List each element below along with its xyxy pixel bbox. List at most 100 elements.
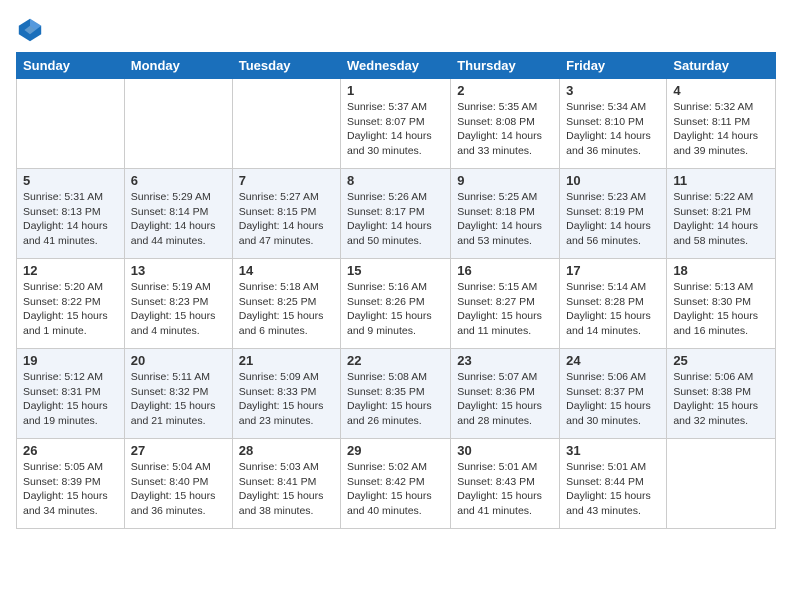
day-number: 2 [457, 83, 553, 98]
calendar-cell: 8 Sunrise: 5:26 AMSunset: 8:17 PMDaylight… [341, 169, 451, 259]
calendar-cell: 21Sunrise: 5:09 AMSunset: 8:33 PMDayligh… [232, 349, 340, 439]
day-info: Sunrise: 5:04 AMSunset: 8:40 PMDaylight:… [131, 460, 226, 519]
day-number: 28 [239, 443, 334, 458]
day-info: Sunrise: 5:13 AMSunset: 8:30 PMDaylight:… [673, 280, 769, 339]
calendar-cell: 24Sunrise: 5:06 AMSunset: 8:37 PMDayligh… [560, 349, 667, 439]
day-number: 3 [566, 83, 660, 98]
weekday-header-monday: Monday [124, 53, 232, 79]
weekday-header-saturday: Saturday [667, 53, 776, 79]
day-info: Sunrise: 5:03 AMSunset: 8:41 PMDaylight:… [239, 460, 334, 519]
day-info: Sunrise: 5:26 AMSunset: 8:17 PMDaylight:… [347, 190, 444, 249]
day-info: Sunrise: 5:31 AMSunset: 8:13 PMDaylight:… [23, 190, 118, 249]
day-info: Sunrise: 5:02 AMSunset: 8:42 PMDaylight:… [347, 460, 444, 519]
calendar-body: 1 Sunrise: 5:37 AMSunset: 8:07 PMDaylight… [17, 79, 776, 529]
day-number: 23 [457, 353, 553, 368]
day-number: 21 [239, 353, 334, 368]
day-info: Sunrise: 5:01 AMSunset: 8:44 PMDaylight:… [566, 460, 660, 519]
day-number: 13 [131, 263, 226, 278]
calendar-week-4: 19 Sunrise: 5:12 AMSunset: 8:31 PMDayligh… [17, 349, 776, 439]
day-number: 27 [131, 443, 226, 458]
day-number: 29 [347, 443, 444, 458]
calendar-cell: 12 Sunrise: 5:20 AMSunset: 8:22 PMDayligh… [17, 259, 125, 349]
page-header [16, 16, 776, 44]
calendar-cell: 1 Sunrise: 5:37 AMSunset: 8:07 PMDaylight… [341, 79, 451, 169]
day-info: Sunrise: 5:14 AMSunset: 8:28 PMDaylight:… [566, 280, 660, 339]
calendar-cell: 9 Sunrise: 5:25 AMSunset: 8:18 PMDaylight… [451, 169, 560, 259]
calendar-cell: 31 Sunrise: 5:01 AMSunset: 8:44 PMDayligh… [560, 439, 667, 529]
day-info: Sunrise: 5:29 AMSunset: 8:14 PMDaylight:… [131, 190, 226, 249]
calendar-cell [124, 79, 232, 169]
day-info: Sunrise: 5:22 AMSunset: 8:21 PMDaylight:… [673, 190, 769, 249]
day-info: Sunrise: 5:05 AMSunset: 8:39 PMDaylight:… [23, 460, 118, 519]
calendar-cell: 30 Sunrise: 5:01 AMSunset: 8:43 PMDayligh… [451, 439, 560, 529]
calendar-cell: 5 Sunrise: 5:31 AMSunset: 8:13 PMDaylight… [17, 169, 125, 259]
day-number: 8 [347, 173, 444, 188]
day-number: 12 [23, 263, 118, 278]
day-number: 24 [566, 353, 660, 368]
day-info: Sunrise: 5:18 AMSunset: 8:25 PMDaylight:… [239, 280, 334, 339]
calendar-cell: 14 Sunrise: 5:18 AMSunset: 8:25 PMDayligh… [232, 259, 340, 349]
calendar-table: SundayMondayTuesdayWednesdayThursdayFrid… [16, 52, 776, 529]
calendar-cell: 20Sunrise: 5:11 AMSunset: 8:32 PMDayligh… [124, 349, 232, 439]
day-number: 10 [566, 173, 660, 188]
header-row: SundayMondayTuesdayWednesdayThursdayFrid… [17, 53, 776, 79]
calendar-cell: 23 Sunrise: 5:07 AMSunset: 8:36 PMDayligh… [451, 349, 560, 439]
day-info: Sunrise: 5:16 AMSunset: 8:26 PMDaylight:… [347, 280, 444, 339]
day-info: Sunrise: 5:07 AMSunset: 8:36 PMDaylight:… [457, 370, 553, 429]
weekday-header-sunday: Sunday [17, 53, 125, 79]
day-info: Sunrise: 5:27 AMSunset: 8:15 PMDaylight:… [239, 190, 334, 249]
calendar-cell [667, 439, 776, 529]
weekday-header-friday: Friday [560, 53, 667, 79]
logo-icon [16, 16, 44, 44]
calendar-cell: 4 Sunrise: 5:32 AMSunset: 8:11 PMDaylight… [667, 79, 776, 169]
day-number: 6 [131, 173, 226, 188]
day-info: Sunrise: 5:34 AMSunset: 8:10 PMDaylight:… [566, 100, 660, 159]
day-info: Sunrise: 5:37 AMSunset: 8:07 PMDaylight:… [347, 100, 444, 159]
day-number: 5 [23, 173, 118, 188]
day-number: 20 [131, 353, 226, 368]
day-number: 22 [347, 353, 444, 368]
day-number: 19 [23, 353, 118, 368]
day-number: 26 [23, 443, 118, 458]
day-number: 30 [457, 443, 553, 458]
day-number: 11 [673, 173, 769, 188]
calendar-week-2: 5 Sunrise: 5:31 AMSunset: 8:13 PMDaylight… [17, 169, 776, 259]
calendar-cell: 10 Sunrise: 5:23 AMSunset: 8:19 PMDayligh… [560, 169, 667, 259]
calendar-cell: 26 Sunrise: 5:05 AMSunset: 8:39 PMDayligh… [17, 439, 125, 529]
day-info: Sunrise: 5:12 AMSunset: 8:31 PMDaylight:… [23, 370, 118, 429]
calendar-cell: 19 Sunrise: 5:12 AMSunset: 8:31 PMDayligh… [17, 349, 125, 439]
calendar-cell: 16Sunrise: 5:15 AMSunset: 8:27 PMDayligh… [451, 259, 560, 349]
day-info: Sunrise: 5:35 AMSunset: 8:08 PMDaylight:… [457, 100, 553, 159]
calendar-cell [17, 79, 125, 169]
day-number: 31 [566, 443, 660, 458]
weekday-header-thursday: Thursday [451, 53, 560, 79]
day-number: 15 [347, 263, 444, 278]
calendar-cell: 6 Sunrise: 5:29 AMSunset: 8:14 PMDaylight… [124, 169, 232, 259]
calendar-cell: 27 Sunrise: 5:04 AMSunset: 8:40 PMDayligh… [124, 439, 232, 529]
calendar-cell [232, 79, 340, 169]
calendar-cell: 15 Sunrise: 5:16 AMSunset: 8:26 PMDayligh… [341, 259, 451, 349]
logo [16, 16, 48, 44]
calendar-cell: 29 Sunrise: 5:02 AMSunset: 8:42 PMDayligh… [341, 439, 451, 529]
calendar-week-5: 26 Sunrise: 5:05 AMSunset: 8:39 PMDayligh… [17, 439, 776, 529]
day-number: 4 [673, 83, 769, 98]
day-info: Sunrise: 5:23 AMSunset: 8:19 PMDaylight:… [566, 190, 660, 249]
day-info: Sunrise: 5:08 AMSunset: 8:35 PMDaylight:… [347, 370, 444, 429]
day-info: Sunrise: 5:25 AMSunset: 8:18 PMDaylight:… [457, 190, 553, 249]
day-number: 1 [347, 83, 444, 98]
weekday-header-tuesday: Tuesday [232, 53, 340, 79]
day-info: Sunrise: 5:20 AMSunset: 8:22 PMDaylight:… [23, 280, 118, 339]
day-info: Sunrise: 5:01 AMSunset: 8:43 PMDaylight:… [457, 460, 553, 519]
day-info: Sunrise: 5:15 AMSunset: 8:27 PMDaylight:… [457, 280, 553, 339]
day-number: 17 [566, 263, 660, 278]
weekday-header-wednesday: Wednesday [341, 53, 451, 79]
calendar-cell: 13Sunrise: 5:19 AMSunset: 8:23 PMDayligh… [124, 259, 232, 349]
calendar-cell: 22 Sunrise: 5:08 AMSunset: 8:35 PMDayligh… [341, 349, 451, 439]
calendar-cell: 25Sunrise: 5:06 AMSunset: 8:38 PMDayligh… [667, 349, 776, 439]
day-number: 18 [673, 263, 769, 278]
day-info: Sunrise: 5:32 AMSunset: 8:11 PMDaylight:… [673, 100, 769, 159]
day-number: 9 [457, 173, 553, 188]
calendar-cell: 3 Sunrise: 5:34 AMSunset: 8:10 PMDaylight… [560, 79, 667, 169]
calendar-cell: 17 Sunrise: 5:14 AMSunset: 8:28 PMDayligh… [560, 259, 667, 349]
day-number: 14 [239, 263, 334, 278]
